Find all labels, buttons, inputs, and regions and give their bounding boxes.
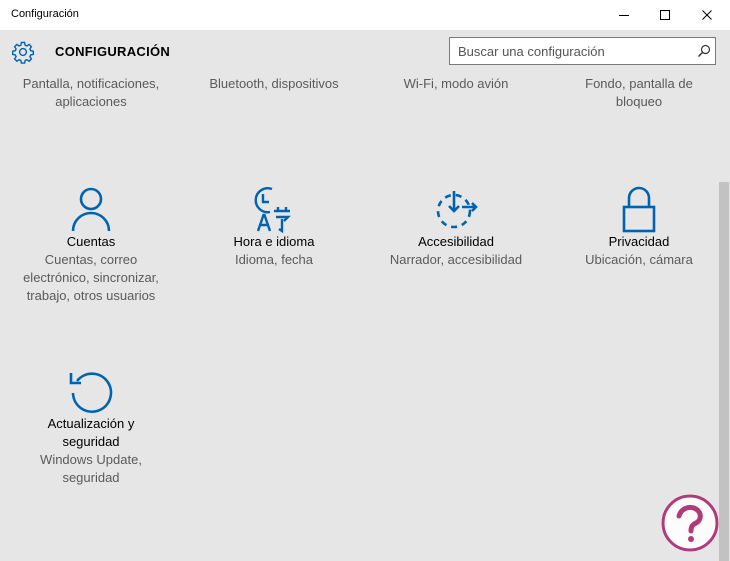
- tile-name: Actualización y seguridad: [47, 416, 135, 449]
- close-icon: [702, 10, 712, 20]
- watermark-logo-icon: [661, 494, 719, 552]
- title-bar: Configuración: [0, 0, 730, 30]
- tile-description: Fondo, pantalla de bloqueo: [585, 76, 693, 109]
- maximize-button[interactable]: [647, 0, 683, 30]
- tile-privacidad[interactable]: Privacidad Ubicación, cámara: [554, 185, 724, 269]
- tile-description: Bluetooth, dispositivos: [209, 76, 339, 91]
- tile-cuentas[interactable]: Cuentas Cuentas, correo electrónico, sin…: [6, 185, 176, 305]
- tile-description: Cuentas, correo electrónico, sincronizar…: [23, 252, 159, 303]
- person-icon: [71, 187, 111, 232]
- tile-description: Windows Update, seguridad: [40, 452, 142, 485]
- minimize-button[interactable]: [606, 0, 642, 30]
- accessibility-icon: [436, 191, 478, 229]
- maximize-icon: [660, 10, 670, 20]
- tile-hora-idioma[interactable]: Hora e idioma Idioma, fecha: [189, 185, 359, 269]
- tile-actualizacion-seguridad[interactable]: Actualización y seguridad Windows Update…: [6, 367, 176, 487]
- tile-description: Narrador, accesibilidad: [389, 252, 523, 267]
- tile-personalizacion[interactable]: Fondo, pantalla de bloqueo: [554, 75, 724, 111]
- tile-name: Cuentas: [66, 234, 116, 249]
- tile-name: Hora e idioma: [233, 234, 315, 249]
- tile-name: Privacidad: [608, 234, 670, 249]
- tile-description: Ubicación, cámara: [585, 252, 693, 267]
- tile-description: Pantalla, notificaciones, aplicaciones: [22, 76, 160, 109]
- tile-accesibilidad[interactable]: Accesibilidad Narrador, accesibilidad: [371, 185, 541, 269]
- search-icon[interactable]: [697, 44, 711, 58]
- tile-description: Wi-Fi, modo avión: [403, 76, 509, 91]
- gear-icon: [12, 41, 34, 64]
- tile-red[interactable]: Wi-Fi, modo avión: [371, 75, 541, 93]
- search-box[interactable]: [449, 37, 716, 65]
- page-title: CONFIGURACIÓN: [55, 44, 171, 59]
- close-button[interactable]: [689, 0, 725, 30]
- tile-name: Accesibilidad: [418, 234, 494, 249]
- lock-icon: [622, 186, 656, 233]
- window-title: Configuración: [11, 8, 79, 20]
- time-language-icon: [254, 187, 291, 233]
- search-input[interactable]: [450, 39, 690, 63]
- tile-sistema[interactable]: Pantalla, notificaciones, aplicaciones: [6, 75, 176, 111]
- tile-description: Idioma, fecha: [234, 252, 314, 267]
- update-icon: [69, 372, 113, 413]
- tile-dispositivos[interactable]: Bluetooth, dispositivos: [189, 75, 359, 93]
- minimize-icon: [619, 15, 629, 16]
